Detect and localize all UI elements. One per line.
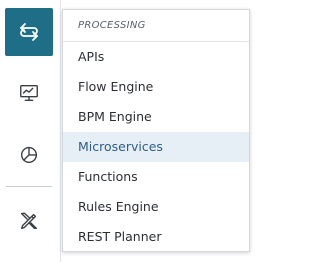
menu-section-header: PROCESSING <box>63 10 249 42</box>
menu-item-apis[interactable]: APIs <box>63 42 249 72</box>
design-tools-icon <box>18 210 40 232</box>
rail-item-analytics[interactable] <box>5 130 53 178</box>
rail-item-design[interactable] <box>5 197 53 245</box>
pie-chart-icon <box>18 143 40 165</box>
menu-item-flow-engine[interactable]: Flow Engine <box>63 72 249 102</box>
rail-item-monitoring[interactable] <box>5 69 53 117</box>
monitor-chart-icon <box>18 82 40 104</box>
processing-dropdown-menu: PROCESSING APIs Flow Engine BPM Engine M… <box>62 9 250 252</box>
menu-item-microservices[interactable]: Microservices <box>63 132 249 162</box>
left-icon-rail <box>0 0 61 262</box>
menu-item-bpm-engine[interactable]: BPM Engine <box>63 102 249 132</box>
rail-item-processing[interactable] <box>5 8 53 56</box>
menu-item-rules-engine[interactable]: Rules Engine <box>63 192 249 222</box>
app-root: PROCESSING APIs Flow Engine BPM Engine M… <box>0 0 263 262</box>
swap-arrows-icon <box>17 20 41 44</box>
rail-divider <box>6 186 52 187</box>
menu-item-rest-planner[interactable]: REST Planner <box>63 222 249 252</box>
menu-item-functions[interactable]: Functions <box>63 162 249 192</box>
